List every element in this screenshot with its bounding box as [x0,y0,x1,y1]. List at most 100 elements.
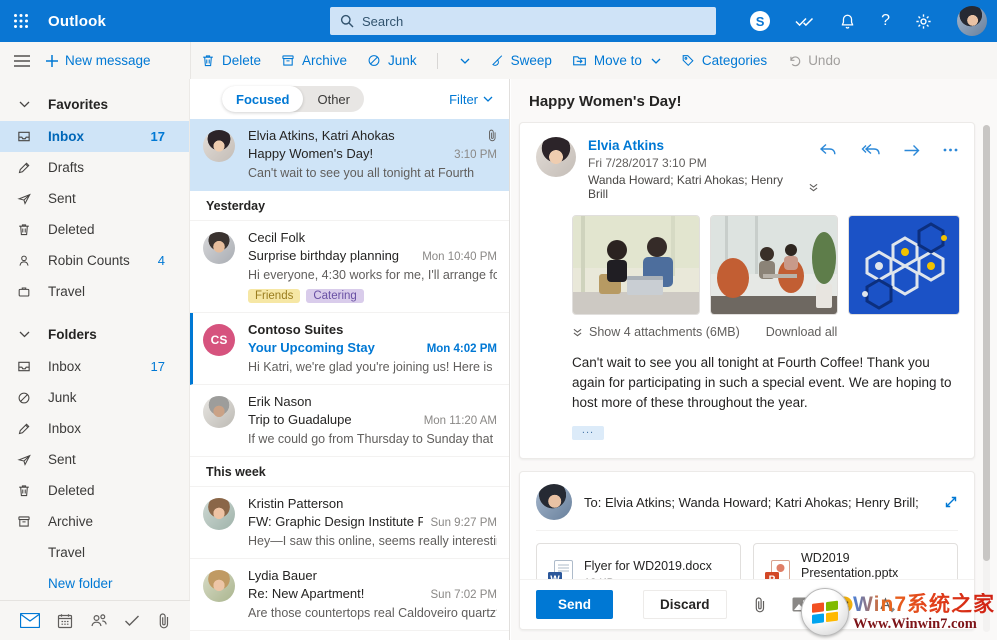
tab-other[interactable]: Other [303,86,364,112]
undo-button[interactable]: Undo [787,53,840,68]
sidebar-folder-deleted[interactable]: Deleted [0,475,189,506]
categories-button[interactable]: Categories [681,53,767,68]
conversation-title: Happy Women's Day! [529,93,682,110]
mail-module-icon[interactable] [20,613,40,628]
avatar [203,232,235,264]
help-icon[interactable]: ? [881,12,890,30]
notifications-bell-icon[interactable] [839,13,856,30]
attachment-image-hexagons[interactable] [848,215,960,315]
forward-icon[interactable] [903,144,920,157]
unread-count: 17 [150,359,165,374]
tag-icon [681,53,695,68]
attachment-icon [487,129,497,142]
sidebar-folder-inbox-2[interactable]: Inbox [0,413,189,444]
sender-avatar[interactable] [536,137,576,177]
category-tag[interactable]: Catering [306,289,364,303]
sidebar-item-robin-counts[interactable]: Robin Counts 4 [0,245,189,276]
suitcase-icon [0,285,48,299]
filter-button[interactable]: Filter [449,92,493,107]
attachments-module-icon[interactable] [157,612,170,629]
list-item[interactable]: Carlos Slattery [190,631,509,640]
message-subject: Trip to Guadalupe [248,412,352,427]
people-module-icon[interactable] [90,613,108,628]
show-attachments-link[interactable]: Show 4 attachments (6MB) [572,325,740,339]
attachment-name: WD2019 Presentation.pptx [801,551,899,580]
attachment-image-office-women[interactable] [572,215,700,315]
list-item[interactable]: Kristin Patterson FW: Graphic Design Ins… [190,487,509,559]
junk-chevron-icon[interactable] [460,58,470,64]
sidebar-folder-sent[interactable]: Sent [0,444,189,475]
sweep-button[interactable]: Sweep [490,53,552,68]
divider [436,52,438,69]
move-to-button[interactable]: Move to [572,53,661,68]
expand-compose-icon[interactable] [944,495,958,509]
sidebar-item-inbox[interactable]: Inbox 17 [0,121,189,152]
sidebar-folder-travel[interactable]: Travel [0,537,189,568]
search-input[interactable] [362,13,706,29]
settings-gear-icon[interactable] [915,13,932,30]
list-item[interactable]: CS Contoso Suites Your Upcoming Stay Mon… [190,313,509,385]
message-card: Elvia Atkins Fri 7/28/2017 3:10 PM Wanda… [519,122,975,459]
folder-sidebar: Favorites Inbox 17 Drafts Sent Deleted R… [0,79,190,640]
sidebar-item-travel[interactable]: Travel [0,276,189,307]
sidebar-item-deleted[interactable]: Deleted [0,214,189,245]
reply-icon[interactable] [819,143,837,157]
skype-icon[interactable]: S [750,11,771,31]
download-all-link[interactable]: Download all [766,325,838,339]
download-all-label: Download all [765,325,838,339]
sidebar-folder-archive[interactable]: Archive [0,506,189,537]
plus-icon [46,54,58,67]
folders-header[interactable]: Folders [0,317,189,351]
chevron-down-icon [0,101,48,108]
to-recipients-field[interactable]: To: Elvia Atkins; Wanda Howard; Katri Ah… [584,495,932,510]
discard-button[interactable]: Discard [643,590,727,619]
junk-button[interactable]: Junk [367,53,417,68]
search-box[interactable] [330,7,716,35]
favorites-header[interactable]: Favorites [0,87,189,121]
avatar [203,130,235,162]
send-icon [0,453,48,467]
delete-button[interactable]: Delete [201,53,261,68]
message-subject: Your Upcoming Stay [248,340,375,355]
tab-focused[interactable]: Focused [222,86,304,112]
avatar [203,498,235,530]
message-sender: Erik Nason [248,394,312,409]
category-tag[interactable]: Friends [248,289,301,303]
list-group-header: Yesterday [190,191,509,221]
message-subject: FW: Graphic Design Institute Fi... [248,514,423,529]
tasks-module-icon[interactable] [124,614,140,627]
message-sender: Elvia Atkins, Katri Ahokas [248,128,395,143]
inbox-tabs: Focused Other [222,86,364,112]
list-item[interactable]: Elvia Atkins, Katri Ahokas Happy Women's… [190,119,509,191]
reply-all-icon[interactable] [860,143,880,157]
more-options-icon[interactable] [943,148,958,152]
message-preview: Can't wait to see you all tonight at Fou… [248,166,475,180]
sidebar-item-sent[interactable]: Sent [0,183,189,214]
list-item[interactable]: Cecil Folk Surprise birthday planning Mo… [190,221,509,313]
sidebar-item-drafts[interactable]: Drafts [0,152,189,183]
sidebar-item-label: Drafts [48,160,85,175]
junk-label: Junk [388,53,417,68]
pencil-icon [0,161,48,175]
sidebar-folder-inbox[interactable]: Inbox 17 [0,351,189,382]
archive-button[interactable]: Archive [281,53,347,68]
sender-name[interactable]: Elvia Atkins [588,137,819,154]
scrollbar-thumb[interactable] [983,125,990,562]
account-avatar[interactable] [957,6,987,36]
send-button[interactable]: Send [536,590,614,619]
list-item[interactable]: Lydia Bauer Re: New Apartment! Sun 7:02 … [190,559,509,631]
sidebar-item-label: Robin Counts [48,253,130,268]
sidebar-folder-junk[interactable]: Junk [0,382,189,413]
list-item[interactable]: Erik Nason Trip to Guadalupe Mon 11:20 A… [190,385,509,457]
show-quoted-text-button[interactable]: ... [572,425,604,440]
new-folder-button[interactable]: New folder [0,568,189,599]
app-launcher-icon[interactable] [0,0,42,42]
calendar-module-icon[interactable] [57,613,73,629]
new-message-button[interactable]: New message [46,53,151,68]
attach-file-icon[interactable] [753,596,766,613]
filter-label: Filter [449,91,478,107]
hamburger-menu-icon[interactable] [14,54,30,67]
tasks-check-icon[interactable] [795,14,814,28]
attachment-image-office-meeting[interactable] [710,215,838,315]
double-chevron-down-icon[interactable] [808,183,819,192]
